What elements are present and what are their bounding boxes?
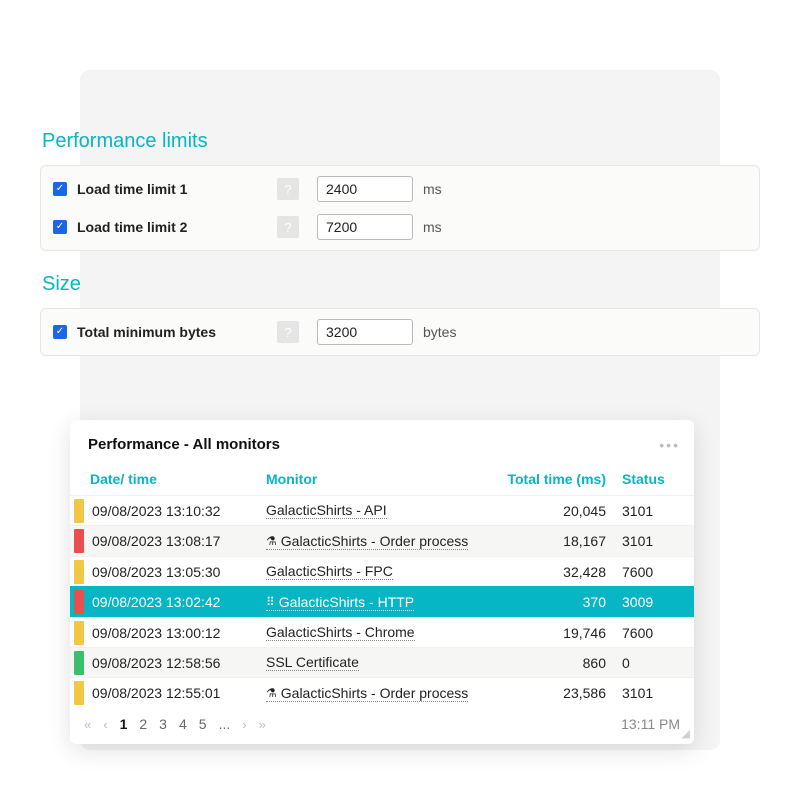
cell-monitor[interactable]: GalacticShirts - FPC: [258, 557, 494, 587]
cell-total-time: 20,045: [494, 496, 614, 526]
flask-icon: ⚗: [266, 687, 277, 699]
cell-total-time: 19,746: [494, 618, 614, 648]
card-title: Performance - All monitors: [88, 436, 280, 453]
unit-bytes: bytes: [423, 324, 456, 340]
row-load-limit-1: ✓ Load time limit 1 ? ms: [41, 170, 759, 208]
cell-date: 09/08/2023 13:00:12: [84, 618, 258, 648]
unit-ms-1: ms: [423, 181, 442, 197]
monitor-name: GalacticShirts - Chrome: [266, 624, 415, 640]
cell-total-time: 23,586: [494, 678, 614, 709]
cell-total-time: 370: [494, 587, 614, 618]
cell-date: 09/08/2023 13:10:32: [84, 496, 258, 526]
table-row[interactable]: 09/08/2023 13:02:42 ⠿ GalacticShirts - HTT…: [70, 587, 694, 618]
pager-last-icon[interactable]: »: [259, 717, 266, 732]
checkbox-load-limit-1[interactable]: ✓: [53, 182, 67, 196]
table-row[interactable]: 09/08/2023 12:55:01 ⚗ GalacticShirts - Ord…: [70, 678, 694, 709]
input-min-bytes[interactable]: [317, 319, 413, 345]
cell-date: 09/08/2023 12:58:56: [84, 648, 258, 678]
cell-date: 09/08/2023 12:55:01: [84, 678, 258, 709]
cell-date: 09/08/2023 13:08:17: [84, 526, 258, 557]
status-swatch: [74, 590, 84, 614]
cell-monitor[interactable]: SSL Certificate: [258, 648, 494, 678]
pager-ellipsis: ...: [219, 716, 231, 732]
cell-total-time: 18,167: [494, 526, 614, 557]
label-min-bytes: Total minimum bytes: [77, 324, 267, 340]
cell-monitor[interactable]: ⠿ GalacticShirts - HTTP: [258, 587, 494, 618]
pager-page-3[interactable]: 3: [159, 716, 167, 732]
cell-status: 7600: [614, 618, 694, 648]
pager-next-icon[interactable]: ›: [242, 717, 246, 732]
input-load-limit-1[interactable]: [317, 176, 413, 202]
monitor-name: GalacticShirts - Order process: [281, 685, 469, 701]
input-load-limit-2[interactable]: [317, 214, 413, 240]
table-row[interactable]: 09/08/2023 12:58:56 SSL Certificate 8600: [70, 648, 694, 678]
cell-total-time: 32,428: [494, 557, 614, 587]
table-row[interactable]: 09/08/2023 13:05:30 GalacticShirts - FPC 3…: [70, 557, 694, 587]
table-row[interactable]: 09/08/2023 13:10:32 GalacticShirts - API 2…: [70, 496, 694, 526]
cell-monitor[interactable]: GalacticShirts - Chrome: [258, 618, 494, 648]
pager-prev-icon[interactable]: ‹: [103, 717, 107, 732]
size-card: ✓ Total minimum bytes ? bytes: [40, 308, 760, 356]
unit-ms-2: ms: [423, 219, 442, 235]
cell-status: 7600: [614, 557, 694, 587]
monitor-name: GalacticShirts - FPC: [266, 563, 393, 579]
cell-status: 0: [614, 648, 694, 678]
pager-page-4[interactable]: 4: [179, 716, 187, 732]
table-row[interactable]: 09/08/2023 13:00:12 GalacticShirts - Chro…: [70, 618, 694, 648]
config-panel: Performance limits ✓ Load time limit 1 ?…: [40, 130, 760, 378]
help-icon[interactable]: ?: [277, 321, 299, 343]
col-time[interactable]: Total time (ms): [494, 463, 614, 496]
monitor-name: SSL Certificate: [266, 654, 359, 670]
cell-status: 3101: [614, 678, 694, 709]
pager-page-1[interactable]: 1: [120, 716, 128, 732]
cell-date: 09/08/2023 13:05:30: [84, 557, 258, 587]
checkbox-min-bytes[interactable]: ✓: [53, 325, 67, 339]
monitor-name: GalacticShirts - Order process: [281, 533, 469, 549]
help-icon[interactable]: ?: [277, 216, 299, 238]
col-monitor[interactable]: Monitor: [258, 463, 494, 496]
section-title-size: Size: [40, 273, 760, 296]
pager-clock: 13:11 PM: [621, 716, 680, 732]
status-swatch: [74, 529, 84, 553]
col-date[interactable]: Date/ time: [84, 463, 258, 496]
cell-status: 3009: [614, 587, 694, 618]
monitor-name: GalacticShirts - API: [266, 502, 387, 518]
cell-date: 09/08/2023 13:02:42: [84, 587, 258, 618]
checkbox-load-limit-2[interactable]: ✓: [53, 220, 67, 234]
label-load-limit-1: Load time limit 1: [77, 181, 267, 197]
monitor-table: Date/ time Monitor Total time (ms) Statu…: [70, 463, 694, 708]
pager-page-5[interactable]: 5: [199, 716, 207, 732]
grip-icon: ⠿: [266, 596, 275, 608]
cell-total-time: 860: [494, 648, 614, 678]
section-title-performance: Performance limits: [40, 130, 760, 153]
help-icon[interactable]: ?: [277, 178, 299, 200]
status-swatch: [74, 681, 84, 705]
status-swatch: [74, 560, 84, 584]
more-icon[interactable]: •••: [659, 437, 680, 453]
col-status[interactable]: Status: [614, 463, 694, 496]
pager: « ‹ 12345... › »: [84, 716, 266, 732]
pager-first-icon[interactable]: «: [84, 717, 91, 732]
cell-monitor[interactable]: ⚗ GalacticShirts - Order process: [258, 526, 494, 557]
status-swatch: [74, 651, 84, 675]
cell-monitor[interactable]: GalacticShirts - API: [258, 496, 494, 526]
cell-monitor[interactable]: ⚗ GalacticShirts - Order process: [258, 678, 494, 709]
flask-icon: ⚗: [266, 535, 277, 547]
row-load-limit-2: ✓ Load time limit 2 ? ms: [41, 208, 759, 246]
monitor-card: Performance - All monitors ••• Date/ tim…: [70, 420, 694, 744]
label-load-limit-2: Load time limit 2: [77, 219, 267, 235]
row-min-bytes: ✓ Total minimum bytes ? bytes: [41, 313, 759, 351]
table-row[interactable]: 09/08/2023 13:08:17 ⚗ GalacticShirts - Ord…: [70, 526, 694, 557]
status-swatch: [74, 499, 84, 523]
cell-status: 3101: [614, 526, 694, 557]
status-swatch: [74, 621, 84, 645]
pager-page-2[interactable]: 2: [139, 716, 147, 732]
cell-status: 3101: [614, 496, 694, 526]
resize-handle-icon[interactable]: ◢: [682, 727, 690, 740]
monitor-name: GalacticShirts - HTTP: [279, 594, 414, 610]
performance-card: ✓ Load time limit 1 ? ms ✓ Load time lim…: [40, 165, 760, 251]
